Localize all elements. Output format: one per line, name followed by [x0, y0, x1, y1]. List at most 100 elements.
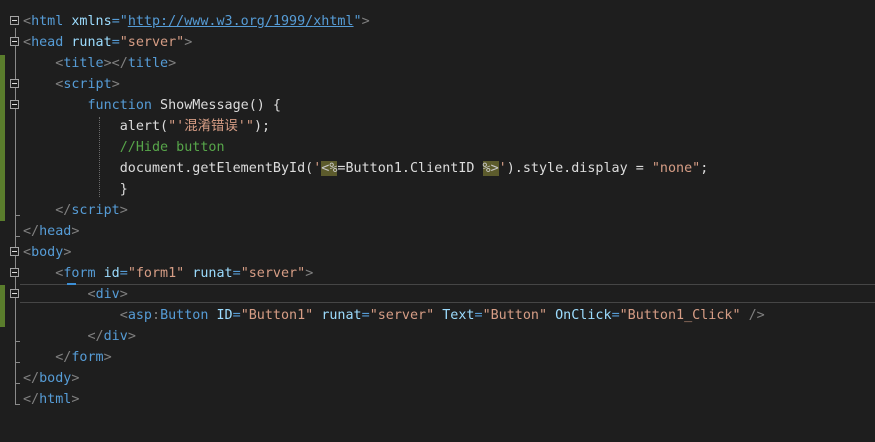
code-line[interactable]: <title></title>: [23, 53, 176, 74]
collapse-toggle-icon[interactable]: [10, 289, 19, 298]
code-token: runat: [71, 35, 112, 50]
code-token: form: [63, 266, 96, 281]
code-token: runat: [321, 308, 362, 323]
code-token: "server": [369, 308, 435, 323]
code-line[interactable]: </script>: [23, 200, 128, 221]
code-line[interactable]: }: [23, 179, 128, 200]
code-token: );: [253, 119, 271, 134]
code-token: title: [127, 56, 169, 71]
code-token: :: [152, 308, 161, 323]
code-token: http://www.w3.org/1999/xhtml: [127, 14, 354, 29]
code-line[interactable]: <form id="form1" runat="server">: [23, 263, 313, 284]
collapse-toggle-icon[interactable]: [10, 16, 19, 25]
code-token: </: [55, 350, 72, 365]
code-token: Button: [160, 308, 209, 323]
code-line[interactable]: </form>: [23, 347, 112, 368]
code-token: html: [31, 14, 64, 29]
code-token: </: [23, 371, 40, 386]
code-token: document.getElementById(: [23, 161, 314, 176]
code-token: ;: [700, 161, 709, 176]
collapse-toggle-icon[interactable]: [10, 37, 19, 46]
code-token: <: [87, 287, 96, 302]
code-token: "Button1_Click": [619, 308, 741, 323]
code-line[interactable]: alert("'混淆错误'");: [23, 116, 270, 137]
code-token: "Button1": [240, 308, 314, 323]
collapse-toggle-icon[interactable]: [10, 247, 19, 256]
outline-guide: [15, 236, 20, 237]
code-token: title: [63, 56, 104, 71]
code-token: head: [31, 35, 64, 50]
code-token: script: [63, 77, 112, 92]
code-token: form: [71, 350, 104, 365]
code-token: >: [63, 245, 72, 260]
code-line[interactable]: <div>: [23, 284, 128, 305]
code-token: >: [127, 329, 136, 344]
code-token: >: [119, 287, 128, 302]
code-token: </: [55, 203, 72, 218]
code-line[interactable]: <html xmlns="http://www.w3.org/1999/xhtm…: [23, 11, 370, 32]
code-token: >: [305, 266, 314, 281]
code-token: "none": [651, 161, 701, 176]
code-token: ID: [216, 308, 233, 323]
code-line[interactable]: </head>: [23, 221, 79, 242]
code-token: =: [232, 308, 241, 323]
code-line[interactable]: <body>: [23, 242, 71, 263]
code-token: >: [103, 350, 112, 365]
code-token: </: [87, 329, 104, 344]
code-token: =: [361, 308, 370, 323]
code-line[interactable]: function ShowMessage() {: [23, 95, 282, 116]
code-token: head: [39, 224, 72, 239]
code-line[interactable]: </div>: [23, 326, 136, 347]
code-token: >: [71, 392, 80, 407]
code-token: xmlns: [71, 14, 112, 29]
code-token: asp: [127, 308, 152, 323]
collapse-toggle-icon[interactable]: [10, 100, 19, 109]
code-token: =: [111, 35, 120, 50]
code-token: Text: [442, 308, 475, 323]
code-line[interactable]: </body>: [23, 368, 79, 389]
code-token: div: [103, 329, 128, 344]
code-token: ": [353, 14, 362, 29]
code-line[interactable]: document.getElementById(' <%=Button1.Clie…: [23, 158, 708, 179]
code-token: =: [119, 266, 128, 281]
code-token: "form1": [127, 266, 185, 281]
code-token: </: [23, 224, 40, 239]
code-line[interactable]: <asp:Button ID="Button1" runat="server" …: [23, 305, 765, 326]
code-line[interactable]: </html>: [23, 389, 79, 410]
code-token: "server": [240, 266, 306, 281]
outline-guide: [15, 404, 20, 405]
code-token: "server": [119, 35, 185, 50]
code-token: script: [71, 203, 120, 218]
code-token: >: [119, 203, 128, 218]
code-line[interactable]: //Hide button: [23, 137, 225, 158]
code-editor[interactable]: <html xmlns="http://www.w3.org/1999/xhtm…: [0, 0, 875, 442]
code-token: <: [119, 308, 128, 323]
outline-guide: [15, 362, 20, 363]
code-token: >: [111, 77, 120, 92]
code-token: OnClick: [555, 308, 612, 323]
code-line[interactable]: <head runat="server">: [23, 32, 192, 53]
code-token: >: [71, 371, 80, 386]
outline-guide: [15, 215, 20, 216]
code-token: div: [95, 287, 120, 302]
code-token: <: [23, 14, 32, 29]
code-line[interactable]: <script>: [23, 74, 120, 95]
code-token: =Button1.ClientID: [337, 161, 483, 176]
outline-guide: [15, 341, 20, 342]
code-token: //Hide button: [119, 140, 225, 155]
code-token: %>: [482, 161, 499, 176]
collapse-toggle-icon[interactable]: [10, 268, 19, 277]
collapse-toggle-icon[interactable]: [10, 79, 19, 88]
code-token: =: [611, 308, 620, 323]
change-indicator: [0, 285, 5, 327]
code-token: ></: [103, 56, 128, 71]
